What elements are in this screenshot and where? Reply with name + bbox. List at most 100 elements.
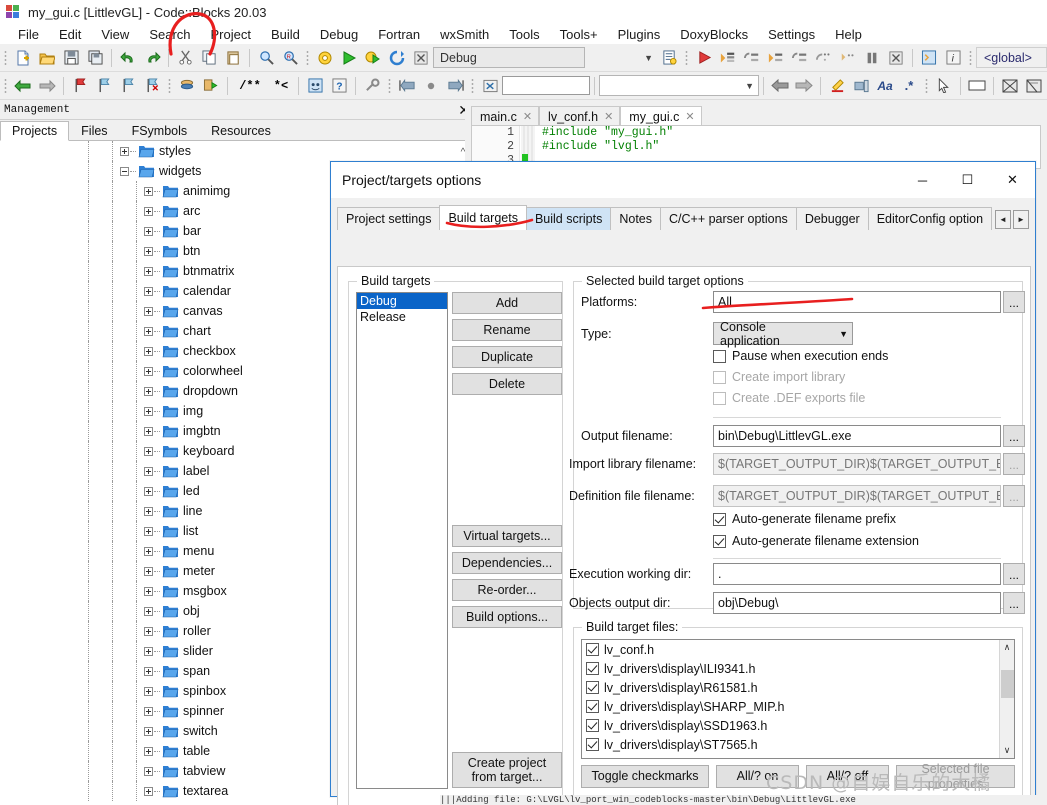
close-icon[interactable]: ✕	[990, 162, 1035, 198]
scrollbar-thumb[interactable]	[1001, 670, 1014, 698]
objects-output-dir-browse-button[interactable]: ...	[1003, 592, 1025, 614]
tree-expander-icon[interactable]	[144, 406, 153, 416]
doxyblocks-run-icon[interactable]	[200, 75, 222, 97]
tree-item-styles[interactable]: styles	[0, 141, 477, 161]
doxyblocks-block-comment-icon[interactable]: *<	[269, 75, 293, 97]
auto-generate-filename-extension-checkbox[interactable]	[713, 534, 726, 548]
toolbar-grip[interactable]	[470, 76, 475, 95]
tab-cpp-parser-options[interactable]: C/C++ parser options	[660, 207, 797, 230]
tree-expander-icon[interactable]	[144, 206, 153, 216]
tree-expander-icon[interactable]	[144, 506, 153, 516]
debug-continue-icon[interactable]	[693, 47, 715, 69]
tab-resources[interactable]: Resources	[199, 120, 283, 140]
run-icon[interactable]	[338, 47, 360, 69]
debugging-windows-icon[interactable]	[918, 47, 940, 69]
toolbar-grip[interactable]	[305, 48, 310, 67]
tree-expander-icon[interactable]	[144, 766, 153, 776]
tree-expander-icon[interactable]	[144, 246, 153, 256]
virtual-targets-button[interactable]: Virtual targets...	[452, 525, 562, 547]
open-file-icon[interactable]	[36, 47, 58, 69]
tree-expander-icon[interactable]	[120, 166, 129, 176]
build-target-file-row[interactable]: lv_drivers\display\SHARP_MIP.h	[582, 697, 1014, 716]
tree-expander-icon[interactable]	[144, 706, 153, 716]
tab-scroll-right-icon[interactable]: ►	[1013, 210, 1029, 229]
scope-combo[interactable]: <global>	[976, 47, 1047, 68]
build-target-file-checkbox[interactable]	[586, 662, 599, 675]
tree-expander-icon[interactable]	[144, 286, 153, 296]
list-item-debug[interactable]: Debug	[357, 293, 447, 309]
forward-icon[interactable]	[36, 75, 58, 97]
menu-project[interactable]: Project	[201, 27, 261, 42]
target-type-select[interactable]: Console application ▼	[713, 320, 853, 348]
undo-icon[interactable]	[117, 47, 139, 69]
tab-fsymbols[interactable]: FSymbols	[119, 120, 200, 140]
tab-notes[interactable]: Notes	[610, 207, 661, 230]
re-order-button[interactable]: Re-order...	[452, 579, 562, 601]
tree-expander-icon[interactable]	[144, 326, 153, 336]
menu-help[interactable]: Help	[825, 27, 872, 42]
abort-build-icon[interactable]	[410, 47, 432, 69]
editor-tab-lv-conf-h[interactable]: lv_conf.h ✕	[539, 106, 621, 126]
minimize-icon[interactable]: ─	[900, 162, 945, 198]
tree-expander-icon[interactable]	[144, 366, 153, 376]
panel-blank-icon[interactable]	[966, 75, 988, 97]
build-target-file-row[interactable]: lv_conf.h	[582, 640, 1014, 659]
goto-previous-changed-line-icon[interactable]	[396, 75, 418, 97]
menu-fortran[interactable]: Fortran	[368, 27, 430, 42]
wxsmith-wildcard-icon[interactable]: .*	[898, 75, 920, 97]
build-target-file-checkbox[interactable]	[586, 738, 599, 751]
search-input[interactable]	[502, 76, 590, 95]
tab-scroll-left-icon[interactable]: ◄	[995, 210, 1011, 229]
tab-project-settings[interactable]: Project settings	[337, 207, 441, 230]
add-target-button[interactable]: Add	[452, 292, 562, 314]
back-icon[interactable]	[12, 75, 34, 97]
menu-doxyblocks[interactable]: DoxyBlocks	[670, 27, 758, 42]
doxyblocks-extract-icon[interactable]	[176, 75, 198, 97]
menu-build[interactable]: Build	[261, 27, 310, 42]
layout-diagonal-icon[interactable]	[999, 75, 1021, 97]
debug-step-out-icon[interactable]	[789, 47, 811, 69]
copy-icon[interactable]	[198, 47, 220, 69]
tree-expander-icon[interactable]	[144, 466, 153, 476]
build-options-button[interactable]: Build options...	[452, 606, 562, 628]
debug-next-line-icon[interactable]	[741, 47, 763, 69]
tree-expander-icon[interactable]	[144, 666, 153, 676]
new-file-icon[interactable]	[12, 47, 34, 69]
pause-when-execution-ends-row[interactable]: Pause when execution ends	[713, 349, 888, 363]
tree-expander-icon[interactable]	[144, 546, 153, 556]
all-off-button[interactable]: All/? off	[806, 765, 889, 788]
close-icon[interactable]: ✕	[523, 110, 532, 123]
clear-bookmarks-icon[interactable]	[141, 75, 163, 97]
replace-icon[interactable]: R	[279, 47, 301, 69]
file-list-scrollbar[interactable]: ∧ ∨	[999, 640, 1014, 758]
debug-step-instruction-icon[interactable]	[837, 47, 859, 69]
doxyblocks-comment-icon[interactable]: /**	[233, 75, 267, 97]
toolbar-grip[interactable]	[684, 48, 689, 67]
debug-run-to-cursor-icon[interactable]	[717, 47, 739, 69]
editor-tab-my-gui-c[interactable]: my_gui.c ✕	[620, 106, 702, 126]
menu-file[interactable]: File	[8, 27, 49, 42]
toolbar-grip[interactable]	[924, 76, 929, 95]
tree-expander-icon[interactable]	[144, 266, 153, 276]
tree-expander-icon[interactable]	[144, 486, 153, 496]
toggle-bookmark-icon[interactable]	[69, 75, 91, 97]
highlight-pen-icon[interactable]	[826, 75, 848, 97]
build-targets-list[interactable]: Debug Release	[356, 292, 448, 789]
menu-edit[interactable]: Edit	[49, 27, 91, 42]
toolbar-grip[interactable]	[968, 48, 973, 67]
build-target-file-row[interactable]: lv_drivers\display\ST7565.h	[582, 735, 1014, 754]
platforms-field[interactable]: All	[713, 291, 1001, 313]
doxyblocks-help-icon[interactable]: ?	[328, 75, 350, 97]
execution-working-dir-field[interactable]: .	[713, 563, 1001, 585]
all-on-button[interactable]: All/? on	[716, 765, 799, 788]
wxsmith-forward-icon[interactable]	[793, 75, 815, 97]
auto-generate-filename-prefix-row[interactable]: Auto-generate filename prefix	[713, 512, 896, 526]
tree-expander-icon[interactable]	[144, 426, 153, 436]
build-target-combo[interactable]: Debug	[433, 47, 585, 68]
changed-line-marker-icon[interactable]	[420, 75, 442, 97]
tree-expander-icon[interactable]	[144, 526, 153, 536]
create-project-from-target-button[interactable]: Create project from target...	[452, 752, 562, 788]
pointer-tool-icon[interactable]	[933, 75, 955, 97]
build-and-run-icon[interactable]	[362, 47, 384, 69]
tree-expander-icon[interactable]	[144, 226, 153, 236]
